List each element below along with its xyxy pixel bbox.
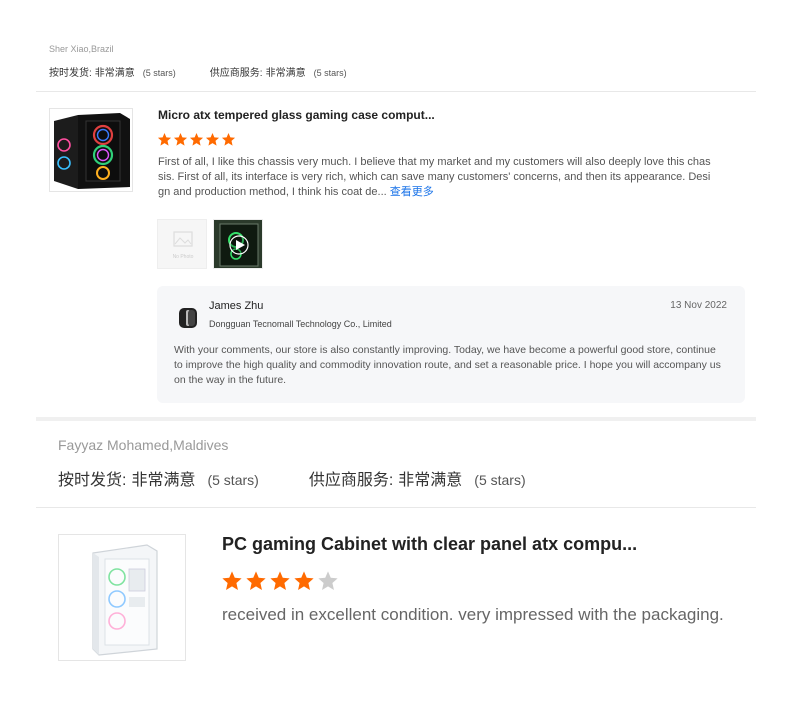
- rating-value: 非常满意: [265, 68, 306, 79]
- reply-author-name: James Zhu: [209, 300, 264, 312]
- reply-text: With your comments, our store is also co…: [174, 344, 721, 386]
- buyer-name: Sher Xiao,Brazil: [49, 44, 114, 54]
- rating-on-time-delivery: 按时发货: 非常满意 (5 stars): [58, 466, 259, 490]
- image-placeholder-icon: No Photo: [173, 231, 194, 260]
- rating-label: 按时发货:: [58, 472, 127, 489]
- review-text-body: First of all, I like this chassis very m…: [158, 156, 711, 198]
- supplier-avatar-icon: [179, 308, 197, 328]
- rating-on-time-delivery: 按时发货: 非常满意 (5 stars): [49, 64, 176, 79]
- supplier-ratings: 按时发货: 非常满意 (5 stars) 供应商服务: 非常满意 (5 star…: [49, 64, 381, 79]
- star-filled-icon: [222, 571, 242, 590]
- reply-date: 13 Nov 2022: [670, 300, 727, 311]
- supplier-reply: James Zhu Dongguan Tecnomall Technology …: [157, 286, 745, 403]
- buyer-name: Fayyaz Mohamed,Maldives: [58, 437, 229, 453]
- rating-value: 非常满意: [131, 472, 196, 489]
- review-image[interactable]: No Photo: [157, 219, 207, 269]
- gaming-case-image: [54, 113, 130, 189]
- rating-stars-text: (5 stars): [474, 472, 526, 488]
- review-text: received in excellent condition. very im…: [222, 605, 724, 624]
- star-filled-icon: [270, 571, 290, 590]
- video-thumbnail: [214, 220, 262, 268]
- star-filled-icon: [205, 132, 220, 146]
- white-pc-case-image: [92, 544, 158, 656]
- product-thumbnail[interactable]: [58, 534, 186, 661]
- view-more-link[interactable]: 查看更多: [390, 186, 434, 198]
- reply-company-name: Dongguan Tecnomall Technology Co., Limit…: [209, 319, 392, 329]
- star-rating: [221, 570, 341, 592]
- no-photo-caption: No Photo: [173, 254, 194, 260]
- rating-value: 非常满意: [94, 68, 135, 79]
- divider: [36, 507, 756, 508]
- rating-stars-text: (5 stars): [313, 68, 347, 78]
- product-title[interactable]: Micro atx tempered glass gaming case com…: [158, 108, 435, 122]
- rating-supplier-service: 供应商服务: 非常满意 (5 stars): [210, 64, 347, 79]
- review-text: First of all, I like this chassis very m…: [158, 155, 714, 200]
- rating-label: 按时发货:: [49, 68, 92, 79]
- star-empty-icon: [318, 571, 338, 590]
- star-filled-icon: [189, 132, 204, 146]
- rating-stars-text: (5 stars): [142, 68, 176, 78]
- rating-label: 供应商服务:: [209, 68, 263, 79]
- product-title[interactable]: PC gaming Cabinet with clear panel atx c…: [222, 534, 637, 555]
- star-filled-icon: [173, 132, 188, 146]
- rating-value: 非常满意: [398, 472, 463, 489]
- rating-stars-text: (5 stars): [207, 472, 259, 488]
- product-thumbnail[interactable]: [49, 108, 133, 192]
- star-filled-icon: [157, 132, 172, 146]
- supplier-ratings: 按时发货: 非常满意 (5 stars) 供应商服务: 非常满意 (5 star…: [58, 466, 576, 490]
- divider: [36, 91, 756, 92]
- rating-supplier-service: 供应商服务: 非常满意 (5 stars): [309, 466, 526, 490]
- star-filled-icon: [294, 571, 314, 590]
- star-filled-icon: [221, 132, 236, 146]
- review-video[interactable]: [213, 219, 263, 269]
- rating-label: 供应商服务:: [308, 472, 394, 489]
- section-separator: [36, 417, 756, 421]
- star-rating: [157, 132, 237, 147]
- star-filled-icon: [246, 571, 266, 590]
